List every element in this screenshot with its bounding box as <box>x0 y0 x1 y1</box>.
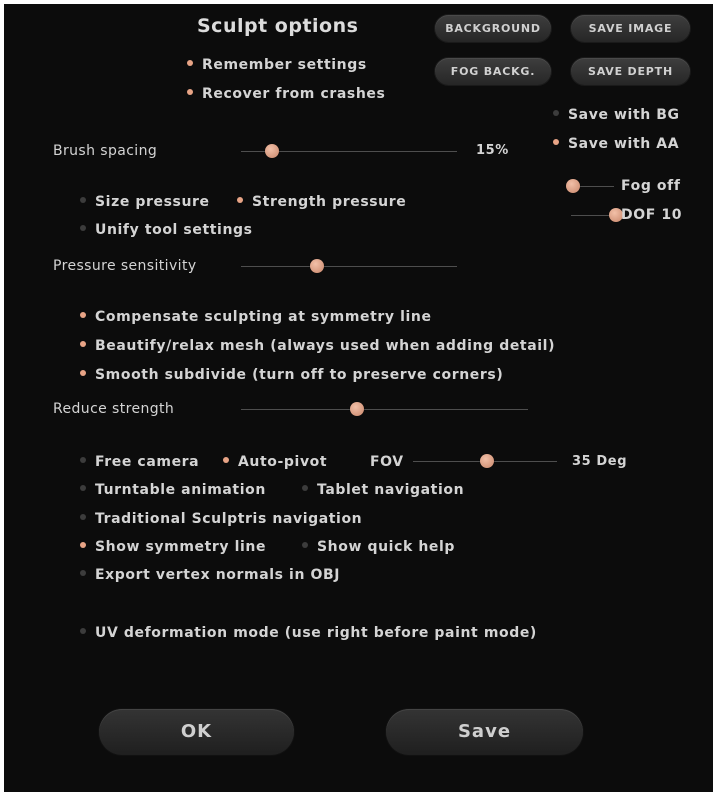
toggle-indicator <box>80 225 86 231</box>
pressure-sensitivity-track[interactable] <box>241 266 457 267</box>
brush-spacing-value: 15% <box>476 143 509 158</box>
reduce-strength-track[interactable] <box>241 409 528 410</box>
toggle-indicator <box>302 485 308 491</box>
save-with-bg-option[interactable]: Save with BG <box>553 107 680 123</box>
brush-spacing-label: Brush spacing <box>53 143 158 159</box>
toggle-indicator <box>80 370 86 376</box>
auto-pivot-option[interactable]: Auto-pivot <box>223 454 327 470</box>
dialog-title: Sculpt options <box>197 15 359 37</box>
toggle-indicator <box>553 110 559 116</box>
toggle-indicator <box>302 542 308 548</box>
toggle-indicator <box>187 89 193 95</box>
show-quick-help-option[interactable]: Show quick help <box>302 539 455 555</box>
toggle-indicator <box>80 570 86 576</box>
toggle-indicator <box>80 628 86 634</box>
fov-knob[interactable] <box>480 454 494 468</box>
fov-value: 35 Deg <box>572 454 628 469</box>
export-vertex-normals-option[interactable]: Export vertex normals in OBJ <box>80 567 340 583</box>
pressure-sensitivity-label: Pressure sensitivity <box>53 258 197 274</box>
strength-pressure-option[interactable]: Strength pressure <box>237 194 406 210</box>
toggle-indicator <box>237 197 243 203</box>
fog-knob[interactable] <box>566 179 580 193</box>
unify-tool-settings-option[interactable]: Unify tool settings <box>80 222 253 238</box>
brush-spacing-knob[interactable] <box>265 144 279 158</box>
toggle-indicator <box>80 312 86 318</box>
background-button[interactable]: BACKGROUND <box>435 15 551 42</box>
dof-label: DOF 10 <box>621 207 683 223</box>
save-depth-button[interactable]: SAVE DEPTH <box>571 58 690 85</box>
compensate-symmetry-option[interactable]: Compensate sculpting at symmetry line <box>80 309 432 325</box>
size-pressure-option[interactable]: Size pressure <box>80 194 210 210</box>
fog-background-button[interactable]: FOG BACKG. <box>435 58 551 85</box>
ok-button[interactable]: OK <box>99 709 294 755</box>
tablet-navigation-option[interactable]: Tablet navigation <box>302 482 464 498</box>
toggle-indicator <box>80 341 86 347</box>
toggle-indicator <box>80 514 86 520</box>
show-symmetry-line-option[interactable]: Show symmetry line <box>80 539 266 555</box>
beautify-mesh-option[interactable]: Beautify/relax mesh (always used when ad… <box>80 338 555 354</box>
toggle-indicator <box>80 457 86 463</box>
toggle-indicator <box>80 485 86 491</box>
sculpt-options-dialog: Sculpt options BACKGROUND SAVE IMAGE FOG… <box>4 4 713 792</box>
toggle-indicator <box>223 457 229 463</box>
pressure-sensitivity-knob[interactable] <box>310 259 324 273</box>
smooth-subdivide-option[interactable]: Smooth subdivide (turn off to preserve c… <box>80 367 503 383</box>
remember-settings-option[interactable]: Remember settings <box>187 57 367 73</box>
reduce-strength-knob[interactable] <box>350 402 364 416</box>
toggle-indicator <box>553 139 559 145</box>
traditional-navigation-option[interactable]: Traditional Sculptris navigation <box>80 511 362 527</box>
save-image-button[interactable]: SAVE IMAGE <box>571 15 690 42</box>
toggle-indicator <box>80 542 86 548</box>
recover-from-crashes-option[interactable]: Recover from crashes <box>187 86 385 102</box>
uv-deformation-option[interactable]: UV deformation mode (use right before pa… <box>80 625 537 641</box>
fov-label: FOV <box>370 454 404 470</box>
toggle-indicator <box>187 60 193 66</box>
save-button[interactable]: Save <box>386 709 583 755</box>
free-camera-option[interactable]: Free camera <box>80 454 199 470</box>
toggle-indicator <box>80 197 86 203</box>
reduce-strength-label: Reduce strength <box>53 401 175 417</box>
save-with-aa-option[interactable]: Save with AA <box>553 136 679 152</box>
fog-label: Fog off <box>621 178 681 194</box>
turntable-animation-option[interactable]: Turntable animation <box>80 482 266 498</box>
